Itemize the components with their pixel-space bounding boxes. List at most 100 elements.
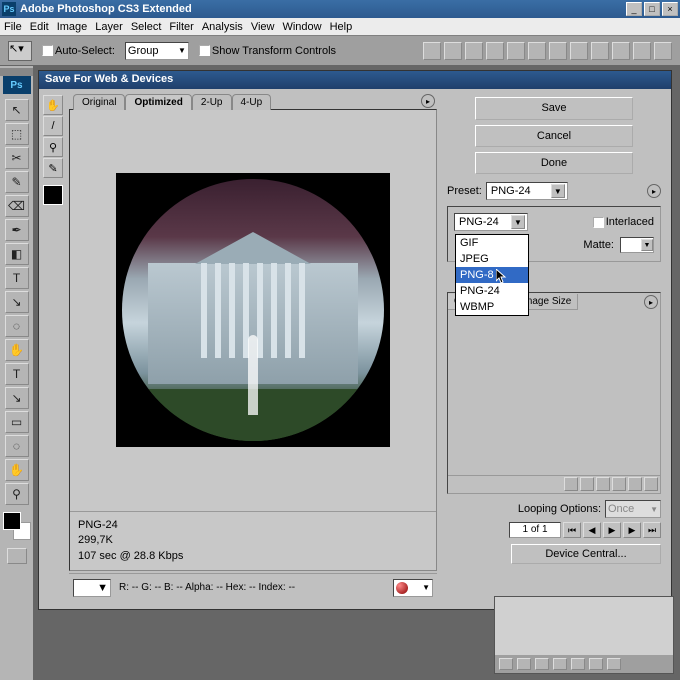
align-icon[interactable] — [444, 42, 462, 60]
align-icon[interactable] — [465, 42, 483, 60]
ct-icon[interactable] — [564, 477, 578, 491]
zoom-tool-icon[interactable]: ⚲ — [43, 137, 63, 157]
palette-body — [495, 597, 673, 655]
path-tool[interactable]: ↘ — [5, 387, 29, 409]
gradient-tool[interactable]: ↘ — [5, 291, 29, 313]
link-icon[interactable] — [499, 658, 513, 670]
workspace: Ps ↖ ⬚ ✂ ✎ ⌫ ✒ ◧ T ↘ ◌ ✋ T ↘ ▭ ◌ ✋ ⚲ Sav… — [0, 66, 680, 680]
hand-tool[interactable]: ✋ — [5, 459, 29, 481]
done-button[interactable]: Done — [475, 152, 633, 174]
eyedropper-tool-icon[interactable]: ✎ — [43, 158, 63, 178]
preset-select[interactable]: PNG-24▼ — [486, 182, 568, 200]
browser-preview-select[interactable]: ▼ — [393, 579, 433, 597]
align-icon[interactable] — [423, 42, 441, 60]
preview-flyout-icon[interactable]: ▸ — [421, 94, 435, 108]
panel-flyout-icon[interactable]: ▸ — [644, 295, 658, 309]
preview-image-area[interactable] — [70, 110, 436, 511]
ct-icon[interactable] — [612, 477, 626, 491]
preset-flyout-icon[interactable]: ▸ — [647, 184, 661, 198]
next-frame-button[interactable]: ▶ — [623, 522, 641, 538]
menu-analysis[interactable]: Analysis — [202, 21, 243, 33]
dialog-mini-tools: ✋ / ⚲ ✎ — [41, 95, 65, 205]
menu-edit[interactable]: Edit — [30, 21, 49, 33]
zoom-select[interactable]: ▼ — [73, 579, 111, 597]
ct-icon[interactable] — [628, 477, 642, 491]
ct-icon[interactable] — [596, 477, 610, 491]
distribute-icon[interactable] — [549, 42, 567, 60]
marquee-tool[interactable]: ⬚ — [5, 123, 29, 145]
lasso-tool[interactable]: ✂ — [5, 147, 29, 169]
eyedropper-tool[interactable]: ⌫ — [5, 195, 29, 217]
tool-preset-picker[interactable]: ↖▾ — [8, 41, 32, 61]
matte-select[interactable]: ▼ — [620, 237, 654, 253]
auto-select-group-select[interactable]: Group▼ — [125, 42, 189, 60]
close-button[interactable]: × — [662, 2, 678, 16]
format-option-gif[interactable]: GIF — [456, 235, 528, 251]
pen-tool[interactable]: ✋ — [5, 339, 29, 361]
preview-color-icon — [396, 582, 408, 594]
mask-icon[interactable] — [535, 658, 549, 670]
tab-original[interactable]: Original — [73, 94, 125, 110]
folder-icon[interactable] — [571, 658, 585, 670]
type-tool[interactable]: T — [5, 363, 29, 385]
format-option-jpeg[interactable]: JPEG — [456, 251, 528, 267]
fx-icon[interactable] — [517, 658, 531, 670]
menu-window[interactable]: Window — [282, 21, 321, 33]
quick-mask-toggle[interactable] — [7, 548, 27, 564]
trash-icon[interactable] — [607, 658, 621, 670]
crop-tool[interactable]: ✎ — [5, 171, 29, 193]
distribute-icon[interactable] — [570, 42, 588, 60]
zoom-tool[interactable]: ⚲ — [5, 483, 29, 505]
move-tool[interactable]: ↖ — [5, 99, 29, 121]
last-frame-button[interactable]: ⏭ — [643, 522, 661, 538]
interlaced-checkbox[interactable]: Interlaced — [593, 216, 654, 228]
align-icon[interactable] — [528, 42, 546, 60]
menu-layer[interactable]: Layer — [95, 21, 123, 33]
distribute-icon[interactable] — [654, 42, 672, 60]
trash-icon[interactable] — [644, 477, 658, 491]
menu-filter[interactable]: Filter — [169, 21, 193, 33]
hand-tool-icon[interactable]: ✋ — [43, 95, 63, 115]
play-button[interactable]: ▶ — [603, 522, 621, 538]
prev-frame-button[interactable]: ◀ — [583, 522, 601, 538]
format-option-png8[interactable]: PNG-8 — [456, 267, 528, 283]
blur-tool[interactable]: ◌ — [5, 315, 29, 337]
menu-help[interactable]: Help — [330, 21, 353, 33]
color-swatches[interactable] — [3, 512, 31, 540]
adjustment-icon[interactable] — [553, 658, 567, 670]
save-button[interactable]: Save — [475, 97, 633, 120]
align-icon[interactable] — [486, 42, 504, 60]
clone-tool[interactable]: ◧ — [5, 243, 29, 265]
notes-tool[interactable]: ◌ — [5, 435, 29, 457]
format-select[interactable]: PNG-24▼ GIF JPEG PNG-8 PNG-24 WBMP — [454, 213, 528, 231]
device-central-button[interactable]: Device Central... — [511, 544, 661, 564]
tab-optimized[interactable]: Optimized — [125, 94, 191, 110]
format-option-png24[interactable]: PNG-24 — [456, 283, 528, 299]
minimize-button[interactable]: _ — [626, 2, 642, 16]
looping-select[interactable]: Once▼ — [605, 500, 661, 518]
ct-icon[interactable] — [580, 477, 594, 491]
distribute-icon[interactable] — [633, 42, 651, 60]
distribute-icon[interactable] — [612, 42, 630, 60]
menu-view[interactable]: View — [251, 21, 275, 33]
show-transform-checkbox[interactable]: Show Transform Controls — [199, 45, 336, 57]
menu-select[interactable]: Select — [131, 21, 162, 33]
slice-tool-icon[interactable]: / — [43, 116, 63, 136]
eraser-tool[interactable]: T — [5, 267, 29, 289]
auto-select-checkbox[interactable]: Auto-Select: — [42, 45, 115, 57]
menu-image[interactable]: Image — [57, 21, 88, 33]
eyedropper-color-swatch[interactable] — [43, 185, 63, 205]
align-icon[interactable] — [507, 42, 525, 60]
distribute-icon[interactable] — [591, 42, 609, 60]
shape-tool[interactable]: ▭ — [5, 411, 29, 433]
maximize-button[interactable]: □ — [644, 2, 660, 16]
menu-file[interactable]: File — [4, 21, 22, 33]
preset-label: Preset: — [447, 185, 482, 197]
format-option-wbmp[interactable]: WBMP — [456, 299, 528, 315]
new-layer-icon[interactable] — [589, 658, 603, 670]
first-frame-button[interactable]: ⏮ — [563, 522, 581, 538]
brush-tool[interactable]: ✒ — [5, 219, 29, 241]
cancel-button[interactable]: Cancel — [475, 125, 633, 147]
tab-2up[interactable]: 2-Up — [192, 94, 232, 110]
tab-4up[interactable]: 4-Up — [232, 94, 272, 110]
